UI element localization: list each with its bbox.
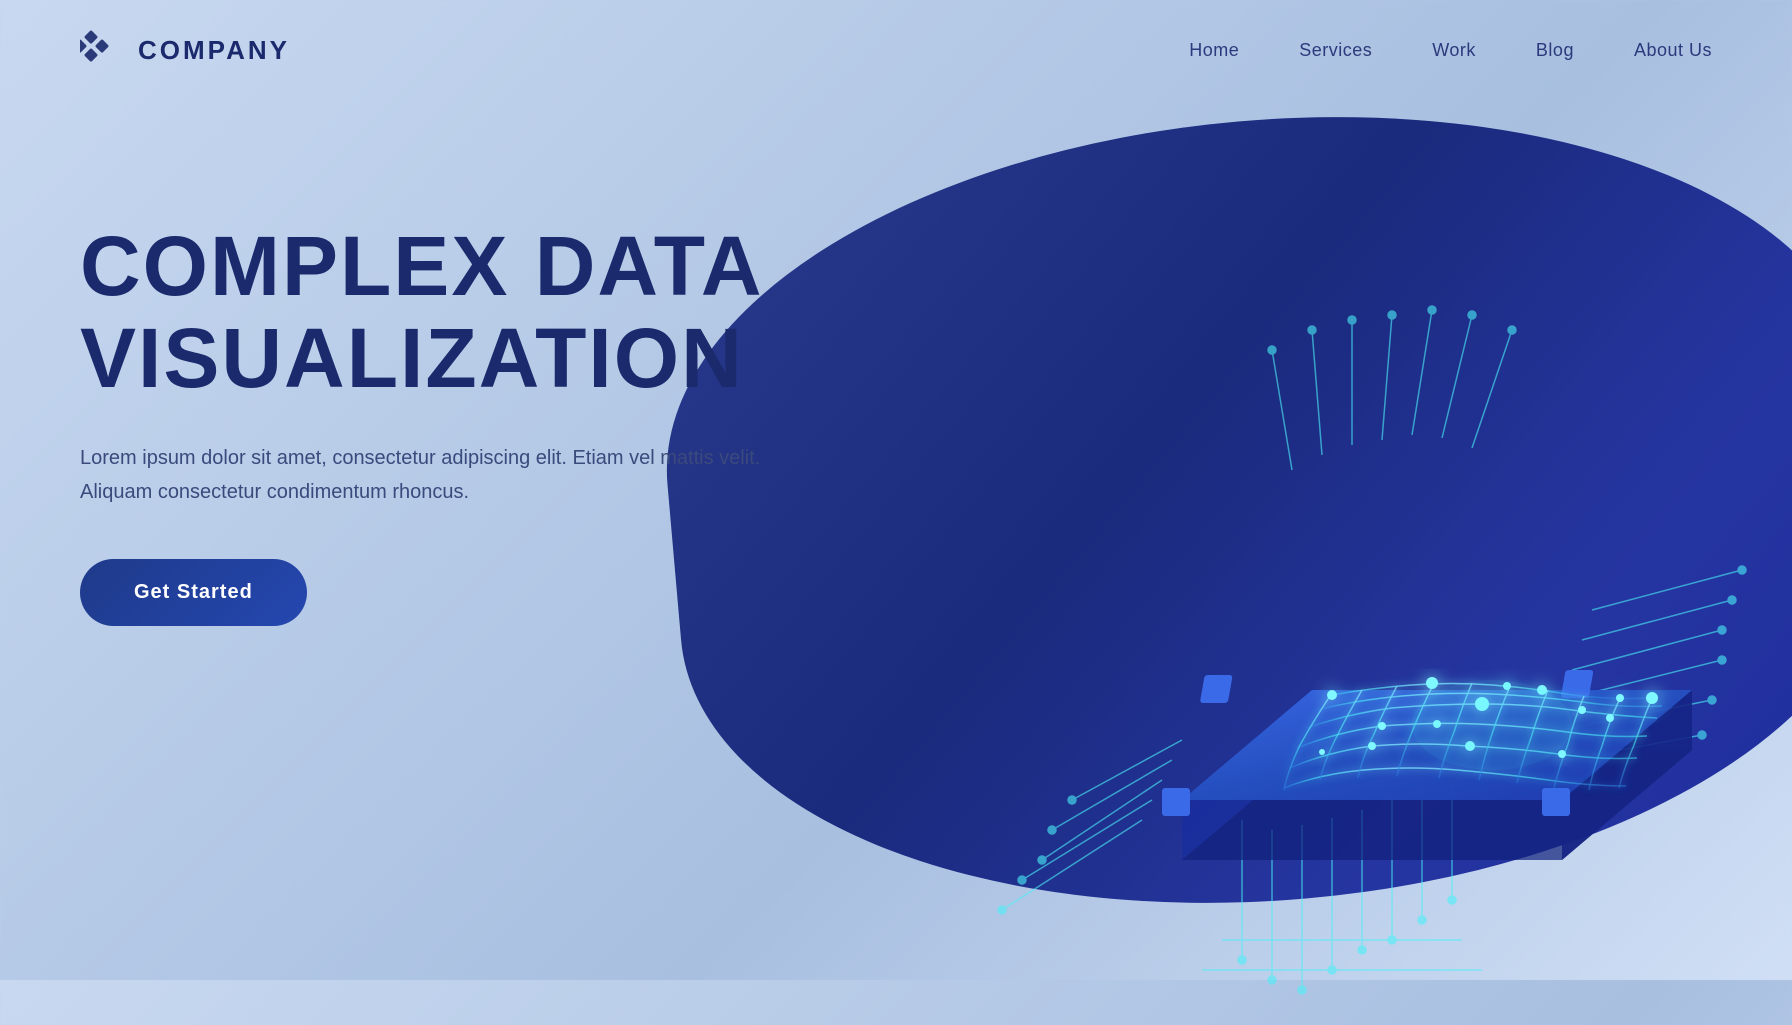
nav-item-work[interactable]: Work <box>1432 40 1476 61</box>
nav-links: Home Services Work Blog About Us <box>1189 40 1712 61</box>
left-content: COMPLEX DATA VISUALIZATION Lorem ipsum d… <box>80 180 780 626</box>
nav-link-work[interactable]: Work <box>1432 40 1476 60</box>
nav-item-about[interactable]: About Us <box>1634 40 1712 61</box>
nav-item-home[interactable]: Home <box>1189 40 1239 61</box>
nav-item-blog[interactable]: Blog <box>1536 40 1574 61</box>
hero-description: Lorem ipsum dolor sit amet, consectetur … <box>80 441 780 509</box>
nav-link-home[interactable]: Home <box>1189 40 1239 60</box>
hero-title: COMPLEX DATA VISUALIZATION <box>80 220 780 405</box>
main-content: COMPLEX DATA VISUALIZATION Lorem ipsum d… <box>0 100 1792 626</box>
navbar: COMPANY Home Services Work Blog About Us <box>0 0 1792 100</box>
nav-link-blog[interactable]: Blog <box>1536 40 1574 60</box>
get-started-button[interactable]: Get Started <box>80 559 307 626</box>
nav-link-about[interactable]: About Us <box>1634 40 1712 60</box>
nav-item-services[interactable]: Services <box>1299 40 1372 61</box>
diamond-pattern-icon <box>80 28 124 72</box>
logo-area: COMPANY <box>80 28 290 72</box>
chip-illustration <box>742 180 1792 1020</box>
nav-link-services[interactable]: Services <box>1299 40 1372 60</box>
chip-svg <box>742 180 1792 1020</box>
logo-text: COMPANY <box>138 35 290 66</box>
